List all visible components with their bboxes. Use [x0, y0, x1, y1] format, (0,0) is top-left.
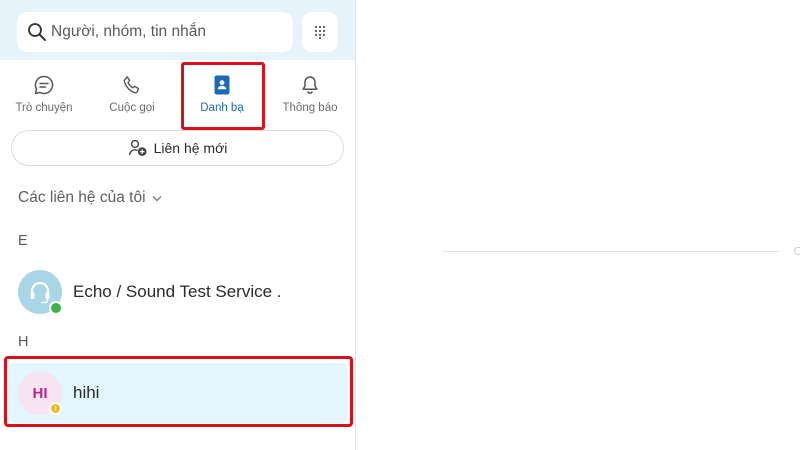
tab-chat-label: Trò chuyện [15, 102, 73, 114]
new-contact-button[interactable]: Liên hệ mới [11, 130, 344, 166]
tab-calls-label: Cuộc gọi [109, 102, 155, 114]
search-input[interactable]: Người, nhóm, tin nhắn [17, 12, 293, 52]
add-person-icon [128, 139, 147, 156]
chevron-down-icon [152, 195, 161, 201]
bell-icon [299, 74, 321, 96]
contact-highlight-frame [4, 356, 353, 427]
avatar [18, 270, 63, 315]
dialpad-button[interactable] [302, 12, 338, 52]
group-letter-h: H [18, 334, 29, 350]
contact-echo-sound-test[interactable]: Echo / Sound Test Service . [8, 262, 348, 322]
search-placeholder: Người, nhóm, tin nhắn [51, 23, 206, 40]
headset-icon [30, 281, 50, 304]
online-status-dot [49, 301, 63, 315]
edge-marker [794, 247, 800, 255]
tab-notifications-label: Thông báo [282, 102, 338, 114]
dialpad-icon [314, 25, 326, 39]
chat-icon [33, 74, 55, 96]
tab-notifications[interactable]: Thông báo [266, 62, 354, 130]
group-letter-e: E [18, 233, 28, 249]
navigation-tabs: Trò chuyện Cuộc gọi Danh bạ Thông báo [0, 62, 355, 130]
main-panel [357, 0, 800, 450]
divider-line [443, 251, 779, 252]
contact-name: Echo / Sound Test Service . [73, 282, 282, 301]
search-icon [28, 23, 46, 41]
new-contact-label: Liên hệ mới [153, 140, 228, 156]
contacts-section-header[interactable]: Các liên hệ của tôi [18, 189, 162, 207]
tab-chat[interactable]: Trò chuyện [0, 62, 88, 130]
tab-highlight-frame [181, 62, 265, 130]
sidebar: Người, nhóm, tin nhắn Trò chuyện Cuộc gọ… [0, 0, 356, 450]
tab-calls[interactable]: Cuộc gọi [88, 62, 176, 130]
phone-icon [121, 74, 143, 96]
search-area: Người, nhóm, tin nhắn [0, 0, 355, 60]
contacts-section-title: Các liên hệ của tôi [18, 189, 146, 206]
